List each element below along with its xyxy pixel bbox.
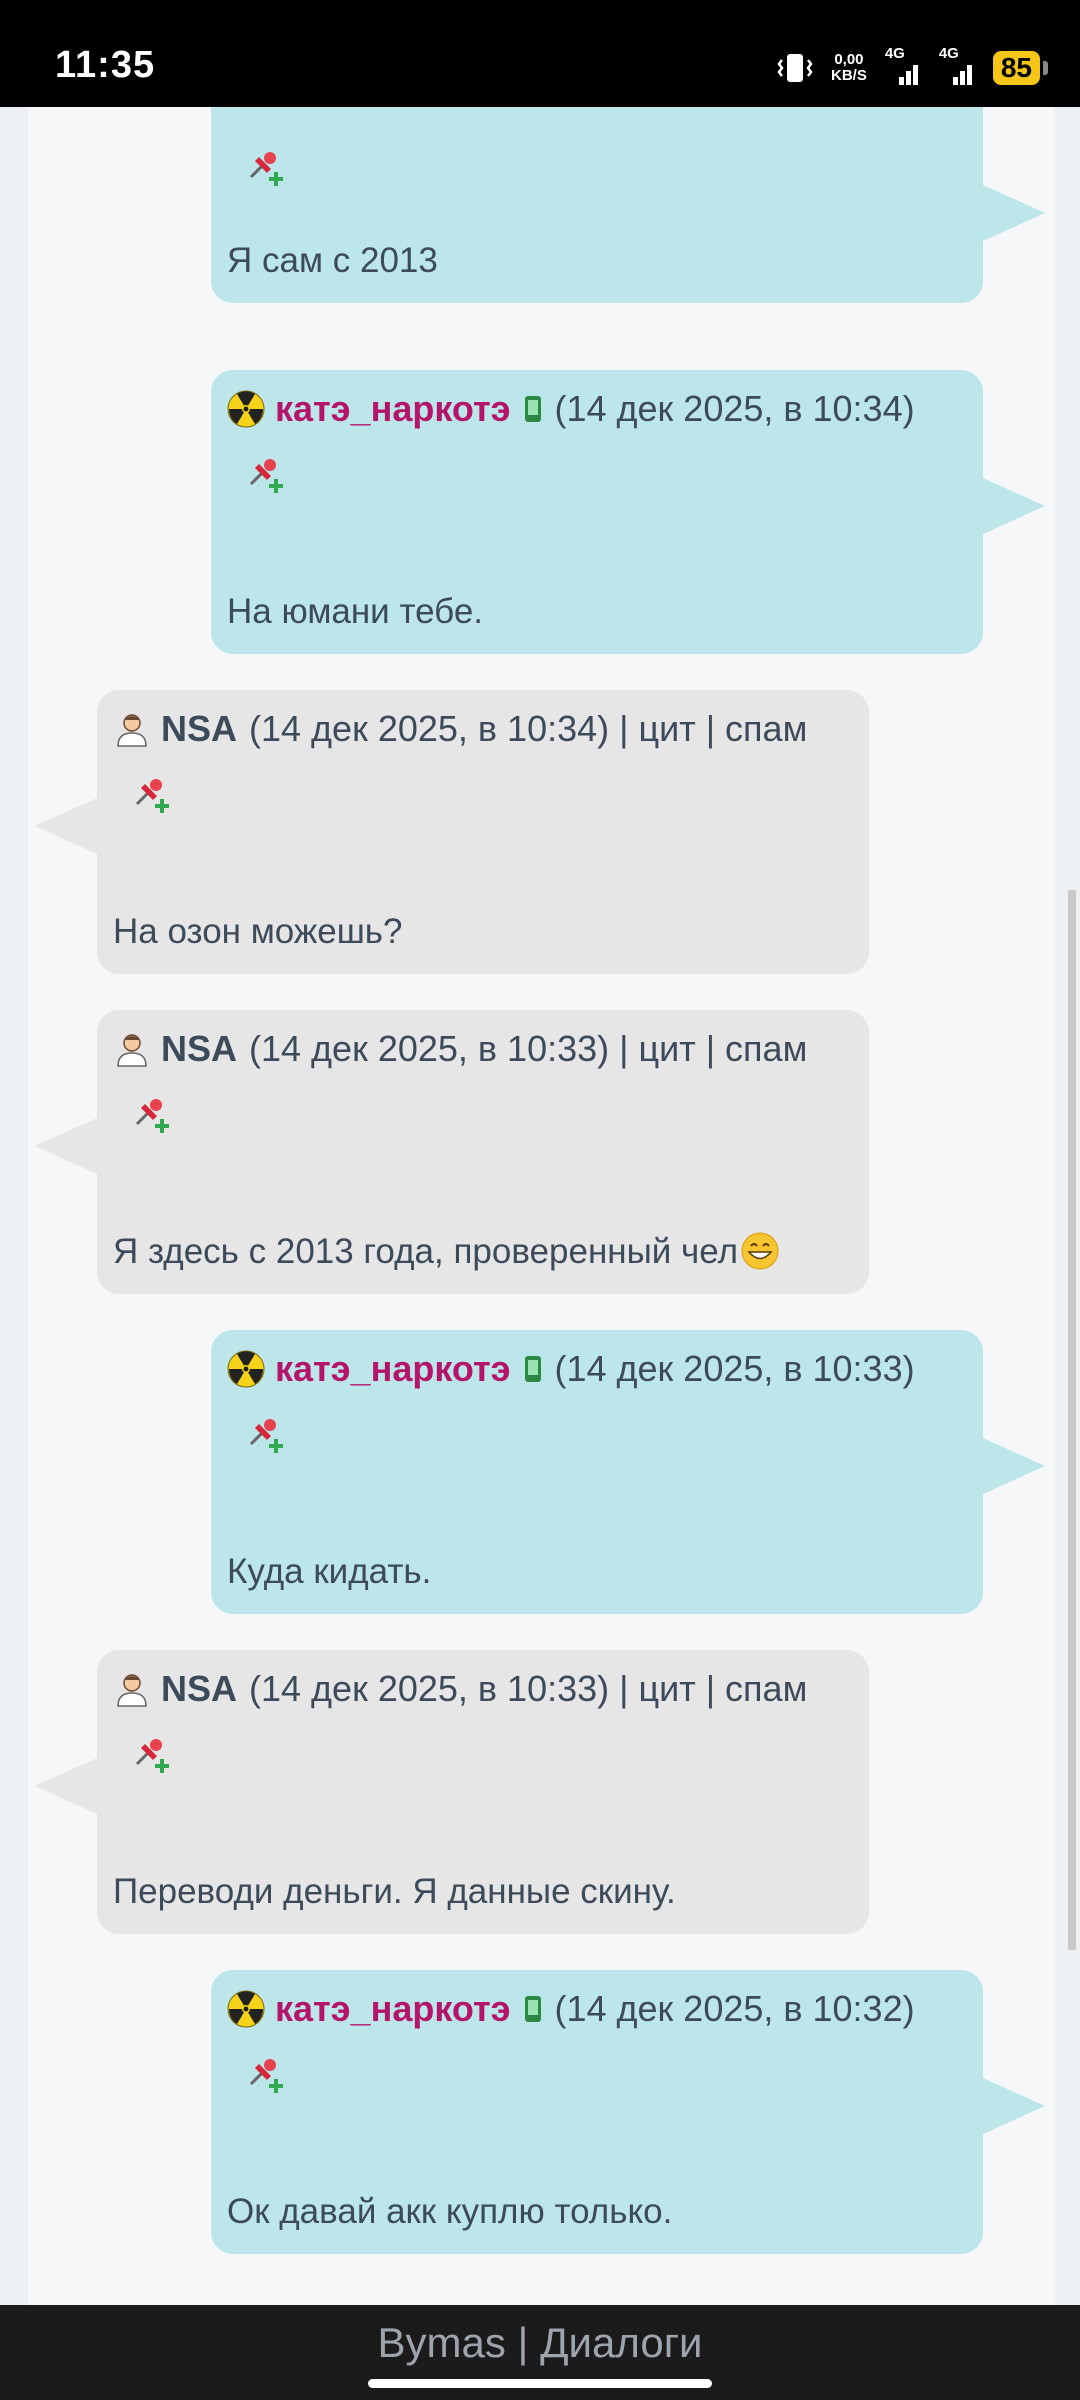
message-meta: (14 дек 2025, в 10:32) bbox=[554, 1988, 915, 2029]
sender-nick[interactable]: катэ_наркотэ bbox=[275, 388, 510, 430]
message-header: катэ_наркотэ (14 дек 2025, в 10:34) bbox=[227, 388, 915, 430]
message-text: Куда кидать. bbox=[227, 1552, 432, 1591]
message-bubble: катэ_наркотэ (14 дек 2025, в 10:33) Куда… bbox=[211, 1330, 1045, 1614]
network-type-label: 4G bbox=[938, 45, 959, 62]
radiation-icon bbox=[227, 1350, 265, 1388]
status-bar: 11:35 0,00 KB/S 4G 4G 85 bbox=[0, 0, 1080, 107]
signal-4g-2: 4G bbox=[939, 45, 975, 85]
pin-add-icon[interactable] bbox=[241, 147, 287, 193]
message-text: Переводи деньги. Я данные скину. bbox=[113, 1872, 676, 1911]
message-text: Я сам с 2013 bbox=[227, 241, 438, 280]
message-meta: (14 дек 2025, в 10:34) bbox=[554, 388, 915, 429]
signal-4g-1: 4G bbox=[885, 45, 921, 85]
message-header: NSA (14 дек 2025, в 10:33) | цит | спам bbox=[113, 1028, 807, 1070]
mobile-phone-icon bbox=[525, 1996, 542, 2022]
message-text: На юмани тебе. bbox=[227, 592, 484, 631]
message-header: NSA (14 дек 2025, в 10:34) | цит | спам bbox=[113, 708, 807, 750]
message-header: катэ_наркотэ (14 дек 2025, в 10:32) bbox=[227, 1988, 915, 2030]
radiation-icon bbox=[227, 390, 265, 428]
message-meta: (14 дек 2025, в 10:33) bbox=[554, 1348, 915, 1389]
message-text: На озон можешь? bbox=[113, 912, 403, 951]
footer-title[interactable]: Bymas | Диалоги bbox=[0, 2319, 1080, 2367]
message-meta[interactable]: (14 дек 2025, в 10:33) | цит | спам bbox=[249, 1028, 807, 1070]
pin-add-icon[interactable] bbox=[127, 1734, 173, 1780]
grinning-emoji-icon bbox=[741, 1232, 779, 1270]
speed-value: 0,00 bbox=[834, 51, 864, 68]
sender-nick[interactable]: NSA bbox=[161, 1668, 237, 1710]
sender-nick[interactable]: NSA bbox=[161, 708, 237, 750]
message-text-row: Я здесь с 2013 года, проверенный чел bbox=[113, 1231, 780, 1272]
sender-nick[interactable]: катэ_наркотэ bbox=[275, 1988, 510, 2030]
network-type-label: 4G bbox=[884, 45, 905, 62]
pin-add-icon[interactable] bbox=[127, 774, 173, 820]
user-avatar-icon bbox=[117, 1674, 147, 1707]
message-header: катэ_наркотэ (14 дек 2025, в 10:33) bbox=[227, 1348, 915, 1390]
pin-add-icon[interactable] bbox=[241, 2054, 287, 2100]
pin-add-icon[interactable] bbox=[241, 454, 287, 500]
battery-indicator: 85 bbox=[992, 51, 1049, 85]
message-text: Ок давай акк куплю только. bbox=[227, 2192, 673, 2231]
message-header: NSA (14 дек 2025, в 10:33) | цит | спам bbox=[113, 1668, 807, 1710]
radiation-icon bbox=[227, 1990, 265, 2028]
network-speed: 0,00 KB/S bbox=[831, 52, 867, 84]
pin-add-icon[interactable] bbox=[241, 1414, 287, 1460]
message-meta[interactable]: (14 дек 2025, в 10:34) | цит | спам bbox=[249, 708, 807, 750]
user-avatar-icon bbox=[117, 1034, 147, 1067]
speed-unit: KB/S bbox=[831, 67, 867, 84]
message-bubble: катэ_наркотэ (14 дек 2025, в 10:34) На ю… bbox=[211, 370, 1045, 654]
vibrate-icon bbox=[777, 54, 813, 82]
status-time: 11:35 bbox=[55, 44, 156, 86]
message-bubble: катэ_наркотэ (14 дек 2025, в 10:32) Ок д… bbox=[211, 1970, 1045, 2254]
mobile-phone-icon bbox=[525, 1356, 542, 1382]
scrollbar[interactable] bbox=[1068, 890, 1076, 1950]
sender-nick[interactable]: катэ_наркотэ bbox=[275, 1348, 510, 1390]
message-bubble: NSA (14 дек 2025, в 10:34) | цит | спам … bbox=[35, 690, 869, 974]
message-bubble: NSA (14 дек 2025, в 10:33) | цит | спам … bbox=[35, 1010, 869, 1294]
message-meta[interactable]: (14 дек 2025, в 10:33) | цит | спам bbox=[249, 1668, 807, 1710]
dialog-thread[interactable]: Я сам с 2013 катэ_наркотэ (14 дек 2025, … bbox=[28, 107, 1054, 2305]
message-text: Я здесь с 2013 года, проверенный чел bbox=[113, 1232, 738, 1271]
pin-add-icon[interactable] bbox=[127, 1094, 173, 1140]
footer-bar: Bymas | Диалоги bbox=[0, 2305, 1080, 2400]
mobile-phone-icon bbox=[525, 396, 542, 422]
user-avatar-icon bbox=[117, 714, 147, 747]
message-bubble: NSA (14 дек 2025, в 10:33) | цит | спам … bbox=[35, 1650, 869, 1934]
message-bubble: Я сам с 2013 bbox=[211, 107, 1045, 303]
sender-nick[interactable]: NSA bbox=[161, 1028, 237, 1070]
home-indicator[interactable] bbox=[368, 2379, 712, 2388]
status-icons: 0,00 KB/S 4G 4G 85 bbox=[777, 45, 1049, 88]
